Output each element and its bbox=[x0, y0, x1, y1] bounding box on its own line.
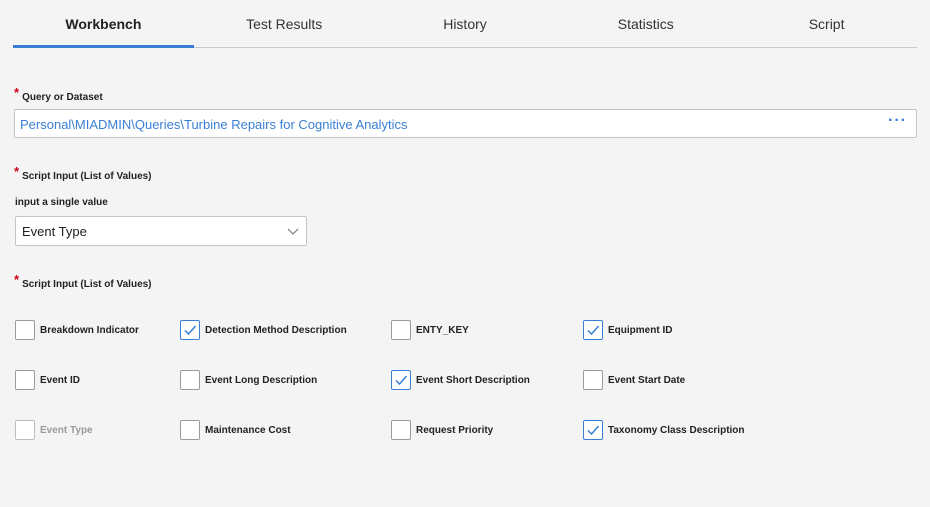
ellipsis-icon[interactable]: ··· bbox=[888, 112, 907, 130]
checkbox[interactable] bbox=[583, 420, 603, 440]
checkbox-option[interactable]: Event Start Date bbox=[583, 370, 685, 390]
check-icon bbox=[184, 325, 197, 336]
single-value-sublabel: input a single value bbox=[15, 197, 108, 208]
checkbox-option[interactable]: Taxonomy Class Description bbox=[583, 420, 745, 440]
tab-test-results[interactable]: Test Results bbox=[194, 0, 375, 47]
checkbox[interactable] bbox=[583, 370, 603, 390]
tab-workbench[interactable]: Workbench bbox=[13, 0, 194, 48]
checkbox bbox=[15, 420, 35, 440]
checkbox-option: Event Type bbox=[15, 420, 93, 440]
multi-input-label-row: * Script Input (List of Values) bbox=[14, 272, 152, 290]
checkbox-option[interactable]: Detection Method Description bbox=[180, 320, 347, 340]
checkbox[interactable] bbox=[391, 320, 411, 340]
checkbox-option[interactable]: Event Short Description bbox=[391, 370, 530, 390]
checkbox-option[interactable]: Request Priority bbox=[391, 420, 493, 440]
required-marker: * bbox=[14, 272, 20, 287]
checkbox-label: Event Type bbox=[40, 424, 93, 436]
checkbox-label: ENTY_KEY bbox=[416, 324, 469, 336]
checkbox-label: Event Long Description bbox=[205, 374, 318, 386]
script-input-label: Script Input (List of Values) bbox=[22, 171, 152, 182]
query-label-row: * Query or Dataset bbox=[14, 85, 103, 103]
checkbox[interactable] bbox=[180, 420, 200, 440]
required-marker: * bbox=[14, 85, 20, 100]
chevron-down-icon bbox=[286, 224, 300, 243]
checkbox[interactable] bbox=[391, 420, 411, 440]
checkbox[interactable] bbox=[180, 320, 200, 340]
checkbox[interactable] bbox=[583, 320, 603, 340]
checkbox-option[interactable]: ENTY_KEY bbox=[391, 320, 469, 340]
query-field[interactable]: Personal\MIADMIN\Queries\Turbine Repairs… bbox=[14, 109, 917, 138]
tab-script[interactable]: Script bbox=[736, 0, 917, 47]
tab-bar: Workbench Test Results History Statistic… bbox=[13, 0, 917, 48]
checkbox-label: Taxonomy Class Description bbox=[608, 424, 745, 436]
checkbox-option[interactable]: Maintenance Cost bbox=[180, 420, 291, 440]
query-value: Personal\MIADMIN\Queries\Turbine Repairs… bbox=[20, 117, 408, 132]
query-label: Query or Dataset bbox=[22, 92, 103, 103]
checkbox-label: Detection Method Description bbox=[205, 324, 347, 336]
tab-statistics[interactable]: Statistics bbox=[555, 0, 736, 47]
checkbox[interactable] bbox=[15, 370, 35, 390]
checkbox-option[interactable]: Breakdown Indicator bbox=[15, 320, 139, 340]
checkbox-label: Event Short Description bbox=[416, 374, 530, 386]
check-icon bbox=[395, 375, 408, 386]
script-input-label-row: * Script Input (List of Values) bbox=[14, 164, 152, 182]
checkbox-label: Request Priority bbox=[416, 424, 494, 436]
check-icon bbox=[587, 325, 600, 336]
checkbox-label: Event ID bbox=[40, 374, 81, 386]
checkbox-option[interactable]: Event ID bbox=[15, 370, 80, 390]
checkbox-option[interactable]: Event Long Description bbox=[180, 370, 317, 390]
checkbox-option[interactable]: Equipment ID bbox=[583, 320, 672, 340]
multi-input-label: Script Input (List of Values) bbox=[22, 279, 152, 290]
select-value: Event Type bbox=[22, 224, 87, 239]
checkbox[interactable] bbox=[15, 320, 35, 340]
checkbox-label: Breakdown Indicator bbox=[40, 324, 139, 336]
checkbox-label: Maintenance Cost bbox=[205, 424, 291, 436]
checkbox-label: Event Start Date bbox=[608, 374, 686, 386]
checkbox-label: Equipment ID bbox=[608, 324, 673, 336]
check-icon bbox=[587, 425, 600, 436]
checkbox[interactable] bbox=[391, 370, 411, 390]
checkbox[interactable] bbox=[180, 370, 200, 390]
required-marker: * bbox=[14, 164, 20, 179]
tab-history[interactable]: History bbox=[375, 0, 556, 47]
event-type-select[interactable]: Event Type bbox=[15, 216, 307, 246]
